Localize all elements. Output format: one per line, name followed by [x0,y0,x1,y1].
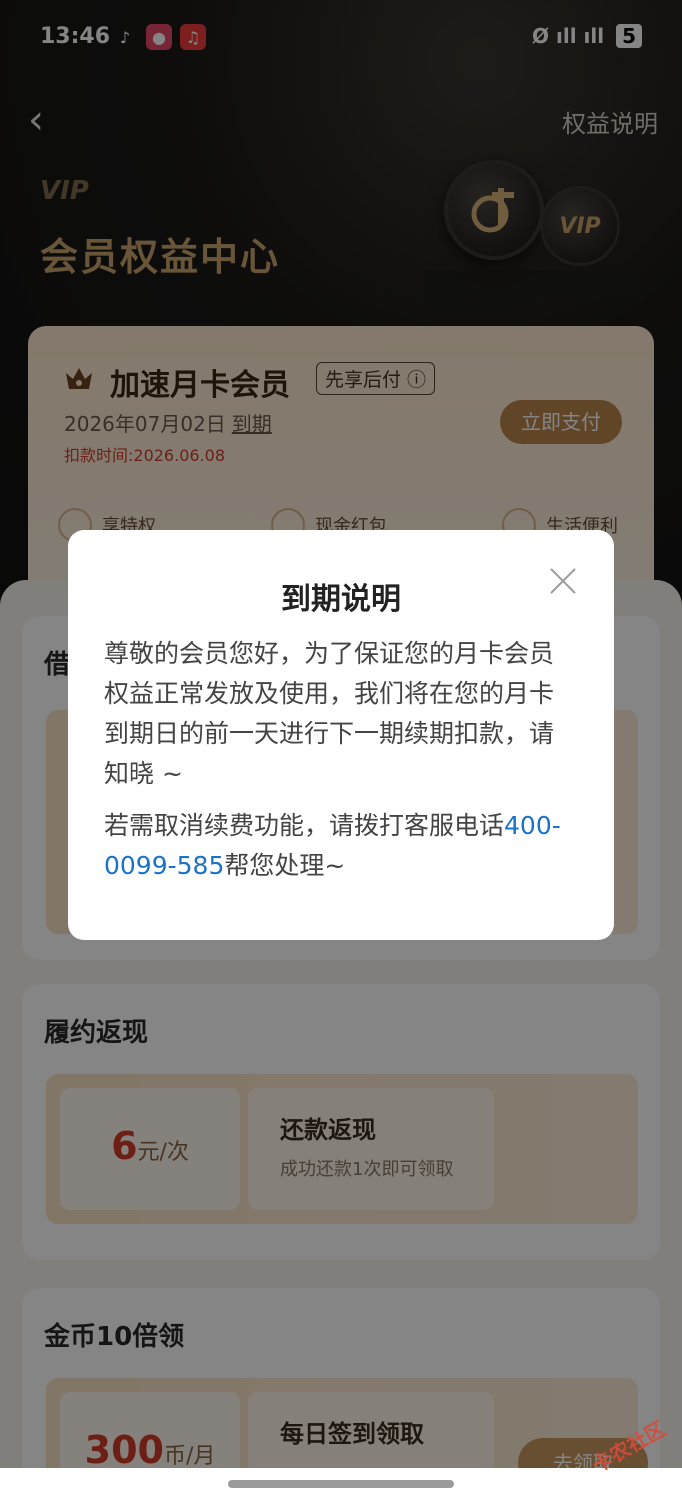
modal-note: 若需取消续费功能，请拨打客服电话400-0099-585帮您处理~ [104,806,578,886]
modal-title: 到期说明 [281,582,401,617]
modal-body: 尊敬的会员您好，为了保证您的月卡会员权益正常发放及使用，我们将在您的月卡到期日的… [104,634,578,886]
close-icon[interactable] [546,564,580,598]
modal-body-text: 尊敬的会员您好，为了保证您的月卡会员权益正常发放及使用，我们将在您的月卡到期日的… [104,639,555,788]
home-bar[interactable] [228,1480,454,1488]
expire-info-modal: 到期说明 尊敬的会员您好，为了保证您的月卡会员权益正常发放及使用，我们将在您的月… [68,530,614,940]
note-prefix: 若需取消续费功能，请拨打客服电话 [104,811,505,840]
home-indicator [0,1468,682,1500]
note-suffix: 帮您处理~ [224,851,346,880]
